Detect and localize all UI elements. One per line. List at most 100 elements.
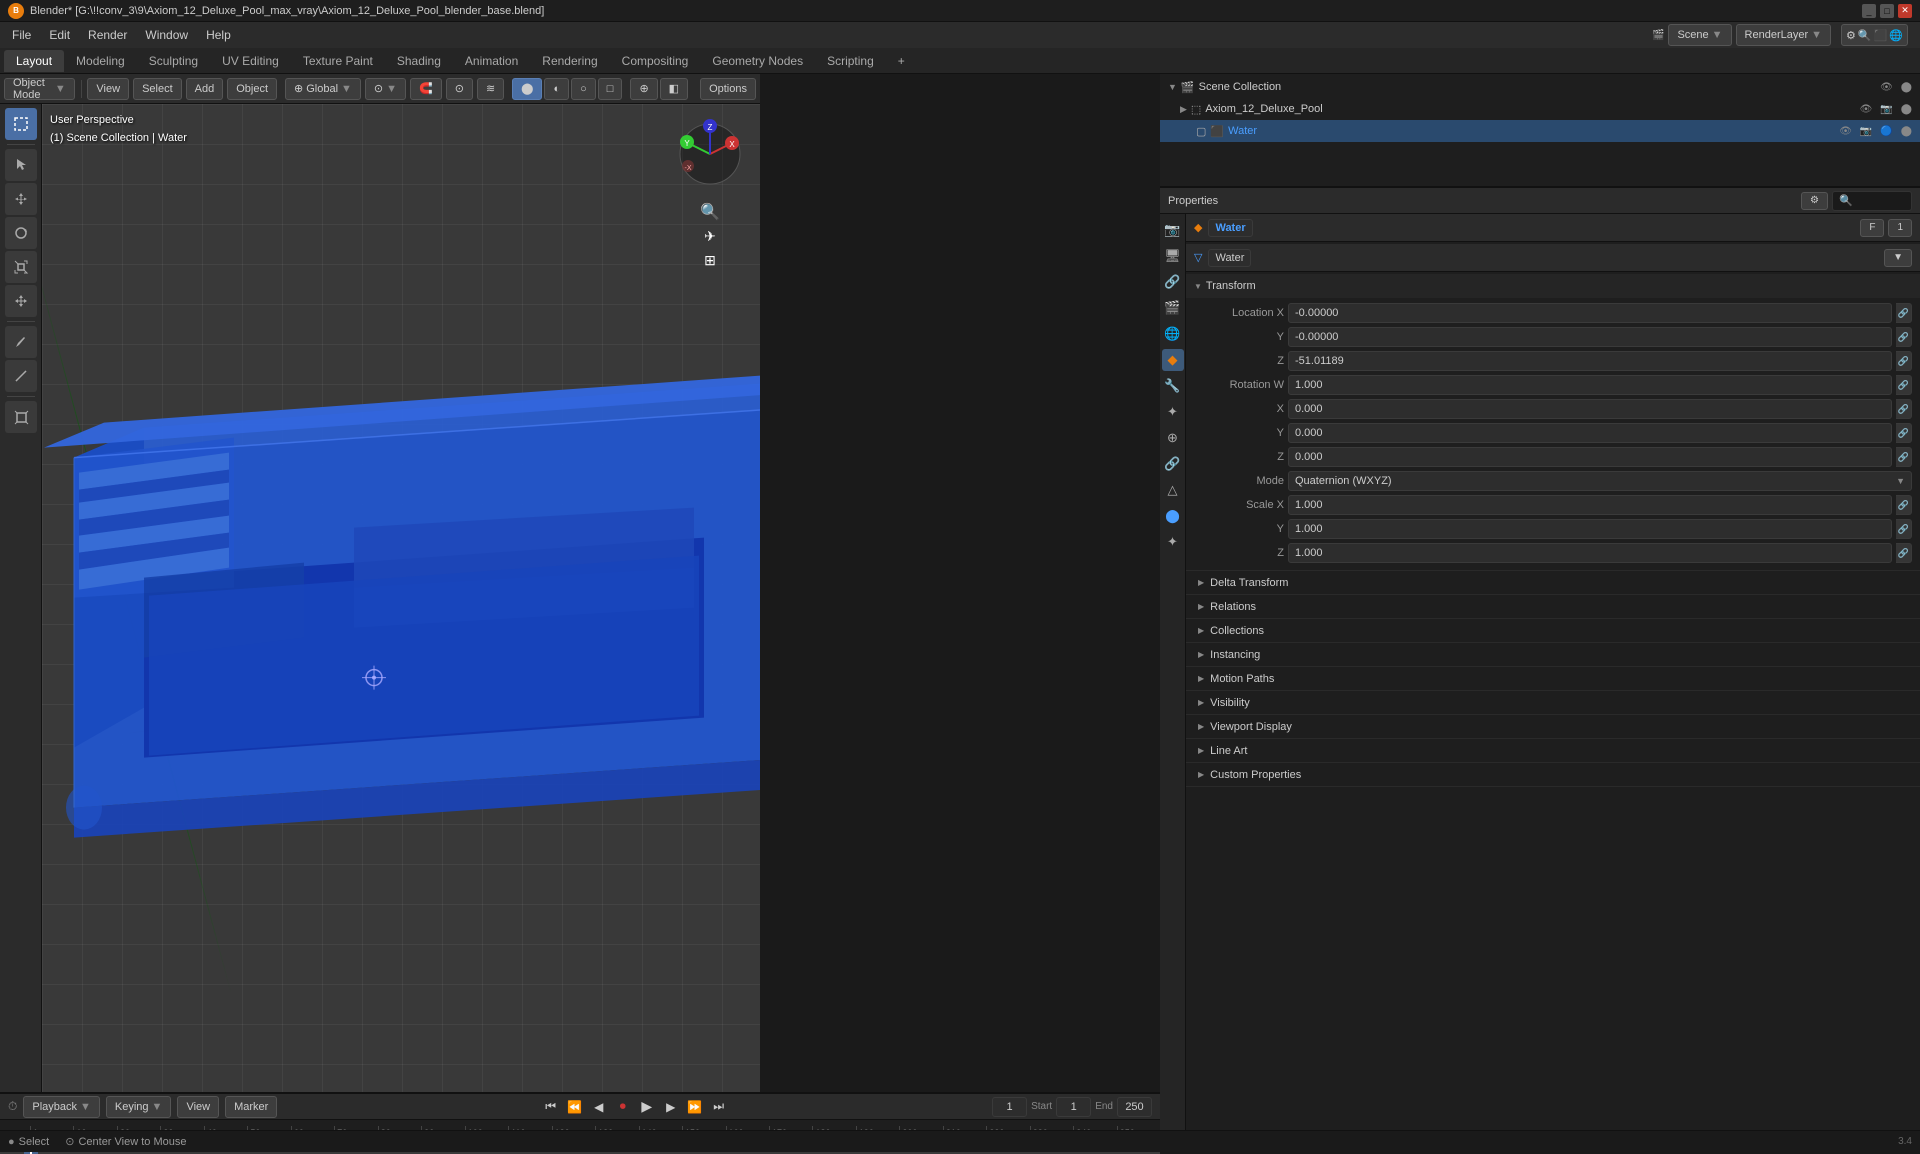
viewport-3d[interactable]: User Perspective (1) Scene Collection | … <box>42 104 760 1092</box>
scale-z-link[interactable]: 🔗 <box>1896 543 1912 563</box>
scale-y-field[interactable]: 1.000 <box>1288 519 1892 539</box>
location-z-link[interactable]: 🔗 <box>1896 351 1912 371</box>
motion-paths-section[interactable]: ▶ Motion Paths <box>1186 667 1920 691</box>
tab-icon-render[interactable]: 📷 <box>1162 219 1184 241</box>
location-x-link[interactable]: 🔗 <box>1896 303 1912 323</box>
jump-prev-btn[interactable]: ⏪ <box>565 1097 585 1117</box>
menu-help[interactable]: Help <box>198 24 239 46</box>
tab-modeling[interactable]: Modeling <box>64 50 137 72</box>
rotation-z-link[interactable]: 🔗 <box>1896 447 1912 467</box>
tab-icon-material[interactable]: ⬤ <box>1162 505 1184 527</box>
viewport-overlays[interactable]: ⊕ <box>630 78 657 100</box>
add-menu[interactable]: Add <box>186 78 224 100</box>
grid-snap-btn[interactable]: ⊞ <box>699 249 721 271</box>
viewport-display-section[interactable]: ▶ Viewport Display <box>1186 715 1920 739</box>
next-frame-btn[interactable]: ▶ <box>661 1097 681 1117</box>
shading-solid[interactable]: ⬤ <box>512 78 542 100</box>
jump-end-btn[interactable]: ⏭ <box>709 1097 729 1117</box>
obj-data-browse[interactable]: ▼ <box>1884 249 1912 267</box>
tab-icon-constraints[interactable]: 🔗 <box>1162 453 1184 475</box>
tool-move[interactable] <box>5 183 37 215</box>
tab-scripting[interactable]: Scripting <box>815 50 886 72</box>
tab-animation[interactable]: Animation <box>453 50 530 72</box>
marker-menu[interactable]: Marker <box>225 1096 277 1118</box>
object-name-display[interactable]: Water <box>1208 219 1252 237</box>
object-mode-dropdown[interactable]: Object Mode ▼ <box>4 78 75 100</box>
fly-camera-btn[interactable]: ✈ <box>699 225 721 247</box>
scale-y-link[interactable]: 🔗 <box>1896 519 1912 539</box>
object-data-display[interactable]: Water <box>1208 249 1251 267</box>
props-filter-btn[interactable]: ⚙ <box>1801 192 1828 210</box>
tab-icon-world[interactable]: 🌐 <box>1162 323 1184 345</box>
tab-icon-particles[interactable]: ✦ <box>1162 401 1184 423</box>
tool-transform[interactable] <box>5 285 37 317</box>
zoom-in-btn[interactable]: 🔍 <box>699 201 721 223</box>
viewport-toolbar-icons[interactable]: ⚙🔍⬛🌐 <box>1841 24 1908 46</box>
custom-properties-section[interactable]: ▶ Custom Properties <box>1186 763 1920 787</box>
visibility-section[interactable]: ▶ Visibility <box>1186 691 1920 715</box>
rotation-y-field[interactable]: 0.000 <box>1288 423 1892 443</box>
delta-transform-section[interactable]: ▶ Delta Transform <box>1186 571 1920 595</box>
rotation-z-field[interactable]: 0.000 <box>1288 447 1892 467</box>
obj-fake-user[interactable]: F <box>1860 219 1884 237</box>
close-button[interactable]: ✕ <box>1898 4 1912 18</box>
end-frame-box[interactable]: 250 <box>1117 1097 1152 1117</box>
location-y-link[interactable]: 🔗 <box>1896 327 1912 347</box>
shading-rendered[interactable]: ○ <box>571 78 596 100</box>
menu-file[interactable]: File <box>4 24 39 46</box>
rotation-w-link[interactable]: 🔗 <box>1896 375 1912 395</box>
tab-icon-output[interactable]: 🖥 <box>1162 245 1184 267</box>
menu-window[interactable]: Window <box>137 24 196 46</box>
props-search[interactable]: 🔍 <box>1832 191 1912 211</box>
prev-frame-btn[interactable]: ◀ <box>589 1097 609 1117</box>
tool-scale[interactable] <box>5 251 37 283</box>
tab-icon-shader[interactable]: ✦ <box>1162 531 1184 553</box>
scale-z-field[interactable]: 1.000 <box>1288 543 1892 563</box>
xray-toggle[interactable]: ◧ <box>660 78 688 100</box>
tab-icon-physics[interactable]: ⊕ <box>1162 427 1184 449</box>
timeline-view-menu[interactable]: View <box>177 1096 219 1118</box>
more-options[interactable]: ≋ <box>477 78 504 100</box>
tab-icon-object[interactable]: ◆ <box>1162 349 1184 371</box>
select-menu[interactable]: Select <box>133 78 182 100</box>
tab-texture-paint[interactable]: Texture Paint <box>291 50 385 72</box>
scale-x-field[interactable]: 1.000 <box>1288 495 1892 515</box>
tool-annotate[interactable] <box>5 326 37 358</box>
outliner-axiom-pool[interactable]: ▶ ⬚ Axiom_12_Deluxe_Pool 👁 📷 ⬤ <box>1160 98 1920 120</box>
record-btn[interactable]: ⏺ <box>613 1097 633 1117</box>
tool-add-cube[interactable] <box>5 401 37 433</box>
line-art-section[interactable]: ▶ Line Art <box>1186 739 1920 763</box>
outliner-water[interactable]: ▢ ⬛ Water 👁 📷 🔵 ⬤ <box>1160 120 1920 142</box>
collections-section[interactable]: ▶ Collections <box>1186 619 1920 643</box>
jump-next-btn[interactable]: ⏩ <box>685 1097 705 1117</box>
transform-section-header[interactable]: ▼ Transform <box>1186 274 1920 298</box>
viewport-gizmo[interactable]: X Y Z -X 🔍 ✈ ⊞ <box>670 114 750 194</box>
instancing-section[interactable]: ▶ Instancing <box>1186 643 1920 667</box>
global-transform[interactable]: ⊕ Global ▼ <box>285 78 361 100</box>
location-z-field[interactable]: -51.01189 <box>1288 351 1892 371</box>
shading-material[interactable]: ◐ <box>544 78 569 100</box>
scene-selector[interactable]: Scene ▼ <box>1668 24 1731 46</box>
scale-x-link[interactable]: 🔗 <box>1896 495 1912 515</box>
tab-icon-scene[interactable]: 🎬 <box>1162 297 1184 319</box>
tab-icon-modifier[interactable]: 🔧 <box>1162 375 1184 397</box>
tool-select-box[interactable] <box>5 108 37 140</box>
relations-section[interactable]: ▶ Relations <box>1186 595 1920 619</box>
location-y-field[interactable]: -0.00000 <box>1288 327 1892 347</box>
object-menu[interactable]: Object <box>227 78 277 100</box>
options-btn[interactable]: Options <box>700 78 756 100</box>
proportional-edit[interactable]: ⊙ <box>446 78 473 100</box>
obj-users[interactable]: 1 <box>1888 219 1912 237</box>
tab-sculpting[interactable]: Sculpting <box>137 50 210 72</box>
tool-rotate[interactable] <box>5 217 37 249</box>
view-menu[interactable]: View <box>87 78 129 100</box>
keying-menu[interactable]: Keying ▼ <box>106 1096 172 1118</box>
start-frame-box[interactable]: 1 <box>1056 1097 1091 1117</box>
shading-wireframe[interactable]: □ <box>598 78 623 100</box>
playback-menu[interactable]: Playback ▼ <box>23 1096 100 1118</box>
minimize-button[interactable]: _ <box>1862 4 1876 18</box>
tool-measure[interactable] <box>5 360 37 392</box>
transform-pivot[interactable]: ⊙ ▼ <box>365 78 406 100</box>
tab-icon-view-layer[interactable]: 🔗 <box>1162 271 1184 293</box>
snap-toggle[interactable]: 🧲 <box>410 78 442 100</box>
